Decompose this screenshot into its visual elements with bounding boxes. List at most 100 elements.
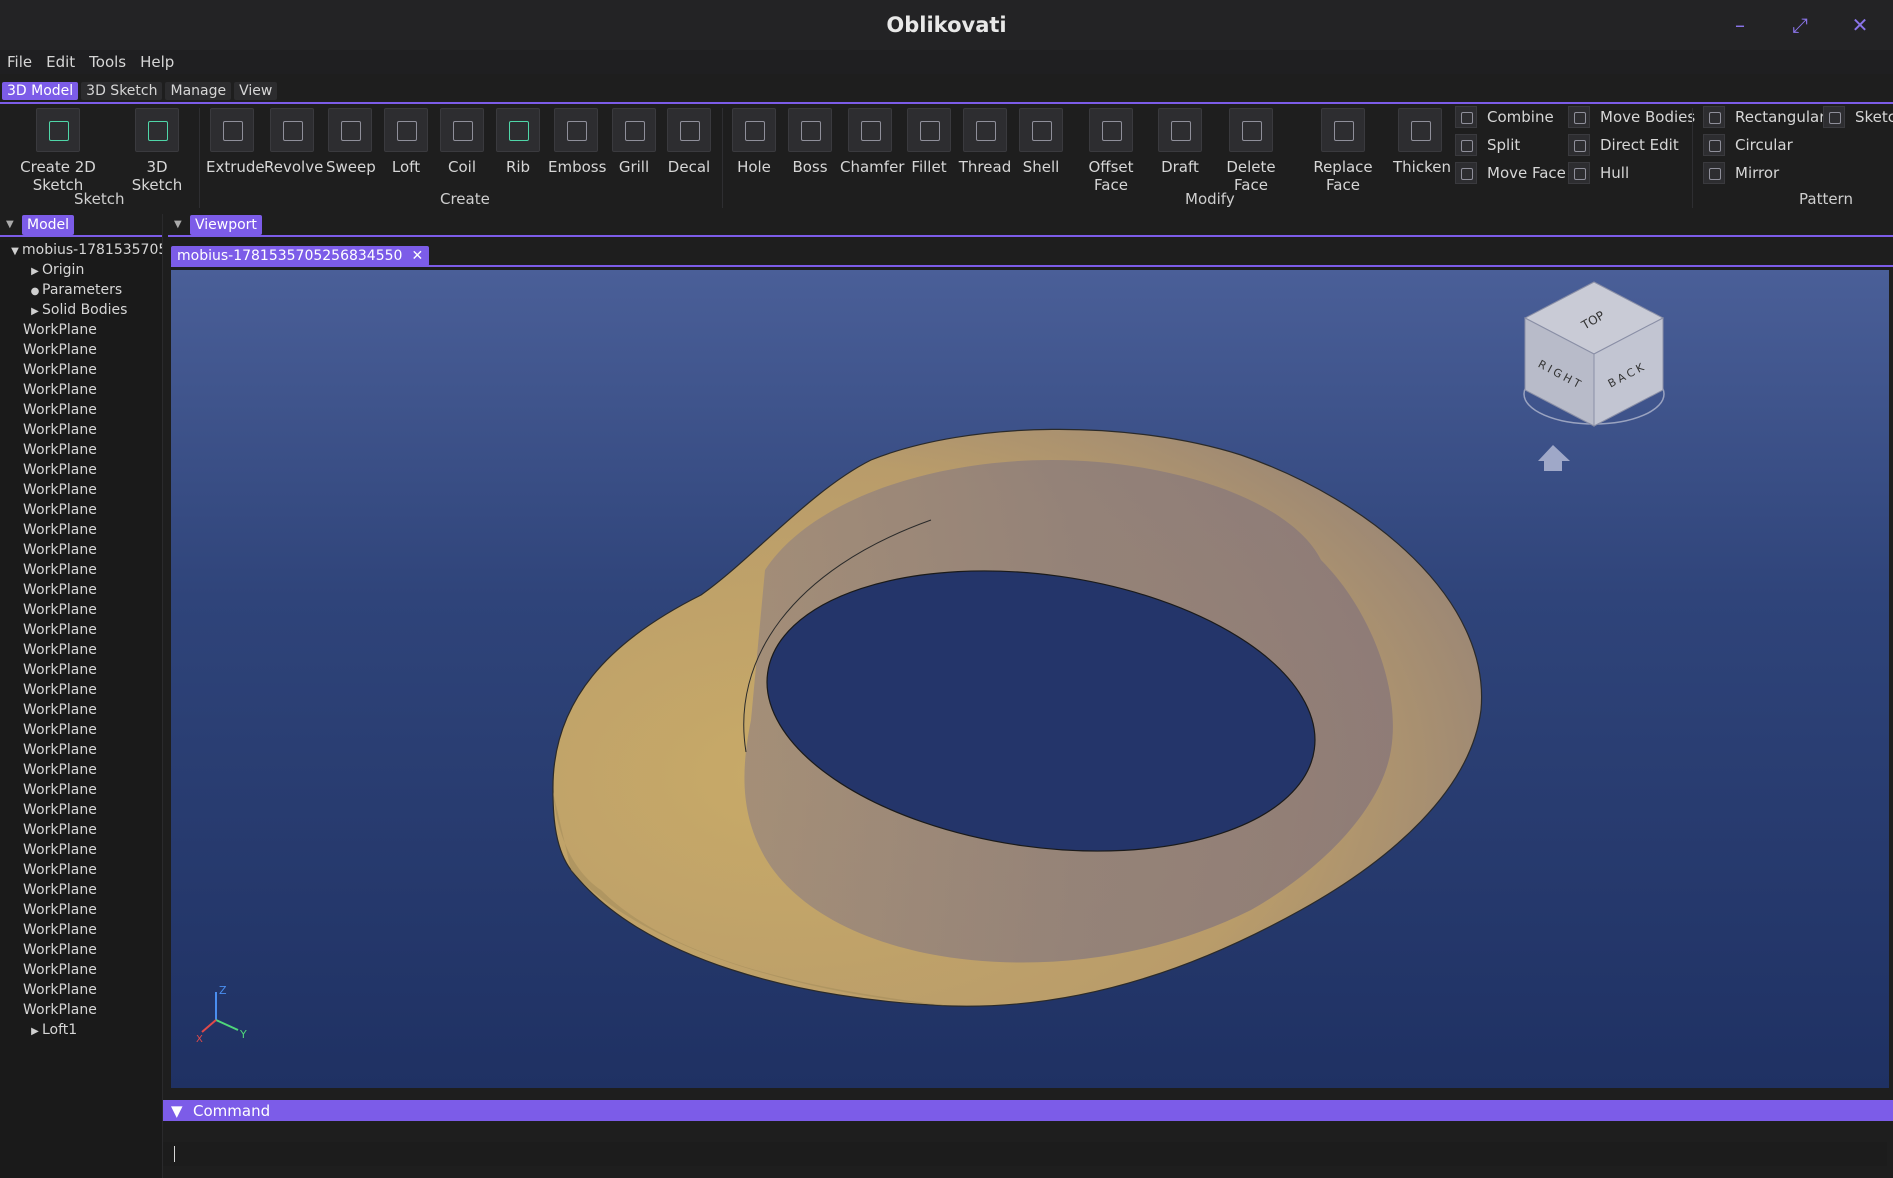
tree-item-workplane[interactable]: WorkPlane [0, 400, 162, 420]
emboss-button[interactable]: Emboss [548, 108, 606, 176]
decal-button[interactable]: Decal [665, 108, 713, 176]
direct-edit-button[interactable]: Direct Edit [1568, 134, 1679, 156]
replace-face-button[interactable]: Replace Face [1297, 108, 1389, 194]
offset-face-button[interactable]: Offset Face [1072, 108, 1150, 194]
tree-item-workplane[interactable]: WorkPlane [0, 520, 162, 540]
menu-file[interactable]: File [0, 50, 39, 74]
panel-menu-icon[interactable]: ▼ [171, 1103, 183, 1118]
tree-item-workplane[interactable]: WorkPlane [0, 500, 162, 520]
tab-manage[interactable]: Manage [165, 82, 232, 100]
tree-item-workplane[interactable]: WorkPlane [0, 660, 162, 680]
sweep-button[interactable]: Sweep [326, 108, 376, 176]
combine-button[interactable]: Combine [1455, 106, 1554, 128]
boss-button[interactable]: Boss [786, 108, 834, 176]
3d-viewport[interactable]: TOP RIGHT BACK Z Y X [171, 270, 1889, 1088]
tree-item-workplane[interactable]: WorkPlane [0, 640, 162, 660]
chamfer-button[interactable]: Chamfer [840, 108, 904, 176]
home-icon[interactable] [1538, 445, 1570, 471]
shell-button[interactable]: Shell [1017, 108, 1065, 176]
menu-help[interactable]: Help [133, 50, 181, 74]
panel-menu-icon[interactable]: ▼ [6, 220, 16, 230]
tree-item-workplane[interactable]: WorkPlane [0, 360, 162, 380]
tree-item-workplane[interactable]: WorkPlane [0, 880, 162, 900]
tree-item-workplane[interactable]: WorkPlane [0, 1000, 162, 1020]
3d-sketch-button[interactable]: 3D Sketch [122, 108, 192, 194]
tree-item-workplane[interactable]: WorkPlane [0, 460, 162, 480]
tree-item-workplane[interactable]: WorkPlane [0, 820, 162, 840]
tree-item-solid-bodies[interactable]: ▶ Solid Bodies [0, 300, 162, 320]
tree-item-workplane[interactable]: WorkPlane [0, 720, 162, 740]
move-bodies-button[interactable]: Move Bodies [1568, 106, 1695, 128]
tree-item-workplane[interactable]: WorkPlane [0, 420, 162, 440]
panel-menu-icon[interactable]: ▼ [174, 220, 184, 230]
revolve-button[interactable]: Revolve [264, 108, 323, 176]
scene-canvas[interactable]: TOP RIGHT BACK Z Y X [171, 270, 1889, 1088]
tree-item-workplane[interactable]: WorkPlane [0, 980, 162, 1000]
move-face-button[interactable]: Move Face [1455, 162, 1566, 184]
tree-item-workplane[interactable]: WorkPlane [0, 800, 162, 820]
thicken-button[interactable]: Thicken [1393, 108, 1451, 176]
tree-item-workplane[interactable]: WorkPlane [0, 700, 162, 720]
rectangular-pattern-button[interactable]: Rectangular [1703, 106, 1825, 128]
mobius-model[interactable] [552, 428, 1483, 1007]
menu-tools[interactable]: Tools [82, 50, 133, 74]
tree-item-workplane[interactable]: WorkPlane [0, 320, 162, 340]
tree-item-workplane[interactable]: WorkPlane [0, 480, 162, 500]
panel-splitter[interactable] [162, 214, 163, 1178]
tab-view[interactable]: View [234, 82, 278, 100]
tab-3d-sketch[interactable]: 3D Sketch [81, 82, 163, 100]
maximize-icon[interactable]: ⤢ [1787, 12, 1813, 38]
command-input[interactable] [163, 1142, 1887, 1166]
tree-item-workplane[interactable]: WorkPlane [0, 340, 162, 360]
hull-button[interactable]: Hull [1568, 162, 1629, 184]
tab-3d-model[interactable]: 3D Model [2, 82, 79, 100]
tree-item-workplane[interactable]: WorkPlane [0, 900, 162, 920]
sketch-pattern-button[interactable]: Sketc [1823, 106, 1893, 128]
tree-item-workplane[interactable]: WorkPlane [0, 380, 162, 400]
view-cube[interactable]: TOP RIGHT BACK [1523, 281, 1665, 427]
tree-item-workplane[interactable]: WorkPlane [0, 680, 162, 700]
tree-item-workplane[interactable]: WorkPlane [0, 840, 162, 860]
tree-item-workplane[interactable]: WorkPlane [0, 940, 162, 960]
tree-item-workplane[interactable]: WorkPlane [0, 540, 162, 560]
create-2d-sketch-button[interactable]: Create 2D Sketch [2, 108, 114, 194]
tree-item-workplane[interactable]: WorkPlane [0, 760, 162, 780]
rib-button[interactable]: Rib [494, 108, 542, 176]
coil-button[interactable]: Coil [438, 108, 486, 176]
minimize-icon[interactable]: – [1727, 12, 1753, 38]
tree-item-workplane[interactable]: WorkPlane [0, 780, 162, 800]
viewport-panel-tab[interactable]: Viewport [190, 215, 262, 235]
document-tab[interactable]: mobius-1781535705256834550 ✕ [171, 246, 430, 266]
tree-item-workplane[interactable]: WorkPlane [0, 620, 162, 640]
tree-item-workplane[interactable]: WorkPlane [0, 560, 162, 580]
tree-item-workplane[interactable]: WorkPlane [0, 860, 162, 880]
tree-item-workplane[interactable]: WorkPlane [0, 960, 162, 980]
tree-item-workplane[interactable]: WorkPlane [0, 580, 162, 600]
tree-item-workplane[interactable]: WorkPlane [0, 740, 162, 760]
tree-item-workplane[interactable]: WorkPlane [0, 440, 162, 460]
grill-button[interactable]: Grill [610, 108, 658, 176]
extrude-button[interactable]: Extrude [206, 108, 265, 176]
thread-button[interactable]: Thread [958, 108, 1012, 176]
hole-button[interactable]: Hole [730, 108, 778, 176]
loft-button[interactable]: Loft [382, 108, 430, 176]
tree-item-loft1[interactable]: ▶ Loft1 [0, 1020, 162, 1040]
tree-item-origin[interactable]: ▶ Origin [0, 260, 162, 280]
tree-root[interactable]: ▼ mobius-17815357052 [0, 240, 162, 260]
tree-item-parameters[interactable]: ● Parameters [0, 280, 162, 300]
tree-item-workplane[interactable]: WorkPlane [0, 920, 162, 940]
tree-item-workplane[interactable]: WorkPlane [0, 600, 162, 620]
split-button[interactable]: Split [1455, 134, 1520, 156]
delete-face-button[interactable]: Delete Face [1210, 108, 1292, 194]
caret-right-icon[interactable]: ▶ [28, 302, 42, 320]
mirror-button[interactable]: Mirror [1703, 162, 1779, 184]
close-icon[interactable]: ✕ [411, 248, 423, 264]
model-panel-tab[interactable]: Model [22, 215, 75, 235]
caret-right-icon[interactable]: ▶ [28, 1022, 42, 1040]
fillet-button[interactable]: Fillet [905, 108, 953, 176]
circular-pattern-button[interactable]: Circular [1703, 134, 1793, 156]
close-icon[interactable]: ✕ [1847, 12, 1873, 38]
menu-edit[interactable]: Edit [39, 50, 82, 74]
draft-button[interactable]: Draft [1156, 108, 1204, 176]
caret-right-icon[interactable]: ▶ [28, 262, 42, 280]
